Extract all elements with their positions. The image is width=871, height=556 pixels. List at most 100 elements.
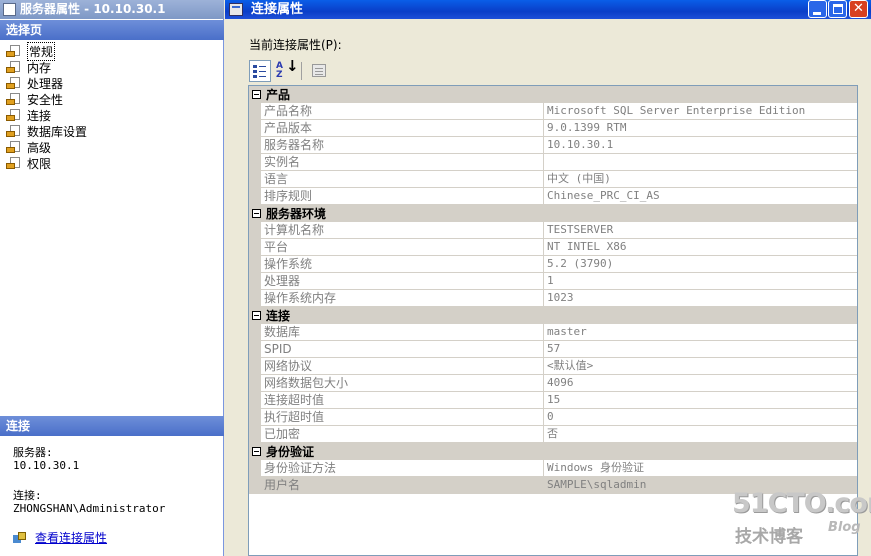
select-page-list: 常规 内存 处理器 安全性 连接 数据库设置 高级 权限 (0, 41, 224, 171)
property-row[interactable]: 身份验证方法 Windows 身份验证 (249, 460, 857, 477)
property-row[interactable]: 实例名 (249, 154, 857, 171)
property-value[interactable]: 4096 (544, 375, 857, 392)
property-pages-icon (312, 64, 326, 77)
property-name: 连接超时值 (261, 392, 544, 409)
property-category[interactable]: 连接 (249, 307, 857, 324)
property-category[interactable]: 服务器环境 (249, 205, 857, 222)
property-value[interactable]: 15 (544, 392, 857, 409)
page-icon (6, 108, 22, 122)
collapse-icon[interactable] (252, 447, 261, 456)
select-page-item-label: 连接 (27, 108, 52, 123)
select-page-item[interactable]: 常规 (0, 41, 224, 61)
property-name: 已加密 (261, 426, 544, 443)
property-category-label: 产品 (266, 88, 291, 102)
property-category-label: 服务器环境 (266, 207, 327, 221)
select-page-item[interactable]: 高级 (0, 139, 224, 155)
property-value[interactable]: <默认值> (544, 358, 857, 375)
property-value[interactable]: TESTSERVER (544, 222, 857, 239)
property-row[interactable]: 平台 NT INTEL X86 (249, 239, 857, 256)
property-row[interactable]: 服务器名称 10.10.30.1 (249, 137, 857, 154)
select-page-item[interactable]: 安全性 (0, 91, 224, 107)
close-icon: ✕ (853, 1, 864, 16)
property-name: 实例名 (261, 154, 544, 171)
property-value[interactable]: master (544, 324, 857, 341)
select-page-item-label: 安全性 (27, 92, 64, 107)
collapse-icon[interactable] (252, 90, 261, 99)
property-row[interactable]: 已加密否 (249, 426, 857, 443)
property-category[interactable]: 身份验证 (249, 443, 857, 460)
property-row[interactable]: 网络数据包大小 4096 (249, 375, 857, 392)
alphabetical-button[interactable]: A Z ↓ (273, 59, 299, 82)
maximize-button[interactable] (828, 0, 847, 18)
property-value[interactable]: 10.10.30.1 (544, 137, 857, 154)
page-icon (6, 76, 22, 90)
connection-properties-title: 连接属性 (251, 2, 304, 17)
connection-properties-icon (13, 531, 27, 544)
property-row[interactable]: 语言 中文 (中国) (249, 171, 857, 188)
property-value[interactable]: 57 (544, 341, 857, 358)
property-value[interactable]: 5.2 (3790) (544, 256, 857, 273)
property-value[interactable]: NT INTEL X86 (544, 239, 857, 256)
server-properties-app-icon (3, 3, 16, 16)
page-icon (6, 124, 22, 138)
property-value[interactable]: Windows 身份验证 (544, 460, 857, 477)
property-value[interactable]: 1023 (544, 290, 857, 307)
toolbar-separator (301, 62, 302, 80)
watermark-sub: 技术博客 (735, 527, 803, 547)
property-row[interactable]: 产品版本 9.0.1399 RTM (249, 120, 857, 137)
select-page-header: 选择页 (0, 20, 224, 40)
property-value[interactable]: Chinese_PRC_CI_AS (544, 188, 857, 205)
property-value[interactable]: 1 (544, 273, 857, 290)
property-value[interactable]: 中文 (中国) (544, 171, 857, 188)
server-value: 10.10.30.1 (13, 459, 80, 472)
select-page-item[interactable]: 处理器 (0, 75, 224, 91)
property-row[interactable]: 执行超时值 0 (249, 409, 857, 426)
property-row[interactable]: SPID 57 (249, 341, 857, 358)
property-value[interactable]: Microsoft SQL Server Enterprise Edition (544, 103, 857, 120)
property-value[interactable]: 0 (544, 409, 857, 426)
property-row[interactable]: 排序规则 Chinese_PRC_CI_AS (249, 188, 857, 205)
collapse-icon[interactable] (252, 209, 261, 218)
property-row[interactable]: 计算机名称 TESTSERVER (249, 222, 857, 239)
collapse-icon[interactable] (252, 311, 261, 320)
property-name: 网络协议 (261, 358, 544, 375)
property-grid-toolbar: A Z ↓ (249, 59, 330, 82)
property-value[interactable]: 否 (544, 426, 857, 443)
property-row[interactable]: 连接超时值 15 (249, 392, 857, 409)
property-row[interactable]: 数据库 master (249, 324, 857, 341)
view-connection-properties-link[interactable]: 查看连接属性 (13, 529, 107, 546)
current-properties-caption: 当前连接属性(P): (249, 38, 342, 52)
close-button[interactable]: ✕ (849, 0, 868, 18)
property-row[interactable]: 产品名称 Microsoft SQL Server Enterprise Edit… (249, 103, 857, 120)
property-name: 产品版本 (261, 120, 544, 137)
property-row[interactable]: 操作系统 5.2 (3790) (249, 256, 857, 273)
property-pages-button[interactable] (308, 60, 330, 82)
property-name: 执行超时值 (261, 409, 544, 426)
property-value[interactable] (544, 154, 857, 171)
select-page-item[interactable]: 数据库设置 (0, 123, 224, 139)
window-icon (229, 3, 243, 16)
property-name: 语言 (261, 171, 544, 188)
property-row[interactable]: 网络协议 <默认值> (249, 358, 857, 375)
select-page-item[interactable]: 权限 (0, 155, 224, 171)
property-name: 网络数据包大小 (261, 375, 544, 392)
view-connection-properties-label[interactable]: 查看连接属性 (35, 529, 107, 546)
server-label: 服务器: (13, 446, 53, 459)
property-category[interactable]: 产品 (249, 86, 857, 103)
property-name: 处理器 (261, 273, 544, 290)
minimize-button[interactable] (808, 0, 827, 18)
property-row[interactable]: 操作系统内存 1023 (249, 290, 857, 307)
server-properties-titlebar[interactable]: 服务器属性 - 10.10.30.1 (0, 0, 224, 19)
page-icon (6, 92, 22, 106)
page-icon (6, 140, 22, 154)
select-page-item-label: 处理器 (27, 76, 64, 91)
connection-properties-titlebar[interactable]: 连接属性 (225, 0, 871, 19)
select-page-item[interactable]: 连接 (0, 107, 224, 123)
categorized-button[interactable] (249, 60, 271, 82)
property-grid[interactable]: 产品 产品名称 Microsoft SQL Server Enterprise Ed… (248, 85, 858, 556)
connection-value: ZHONGSHAN\Administrator (13, 502, 166, 515)
select-page-item[interactable]: 内存 (0, 59, 224, 75)
property-row[interactable]: 处理器 1 (249, 273, 857, 290)
property-value[interactable]: 9.0.1399 RTM (544, 120, 857, 137)
property-name: 操作系统内存 (261, 290, 544, 307)
